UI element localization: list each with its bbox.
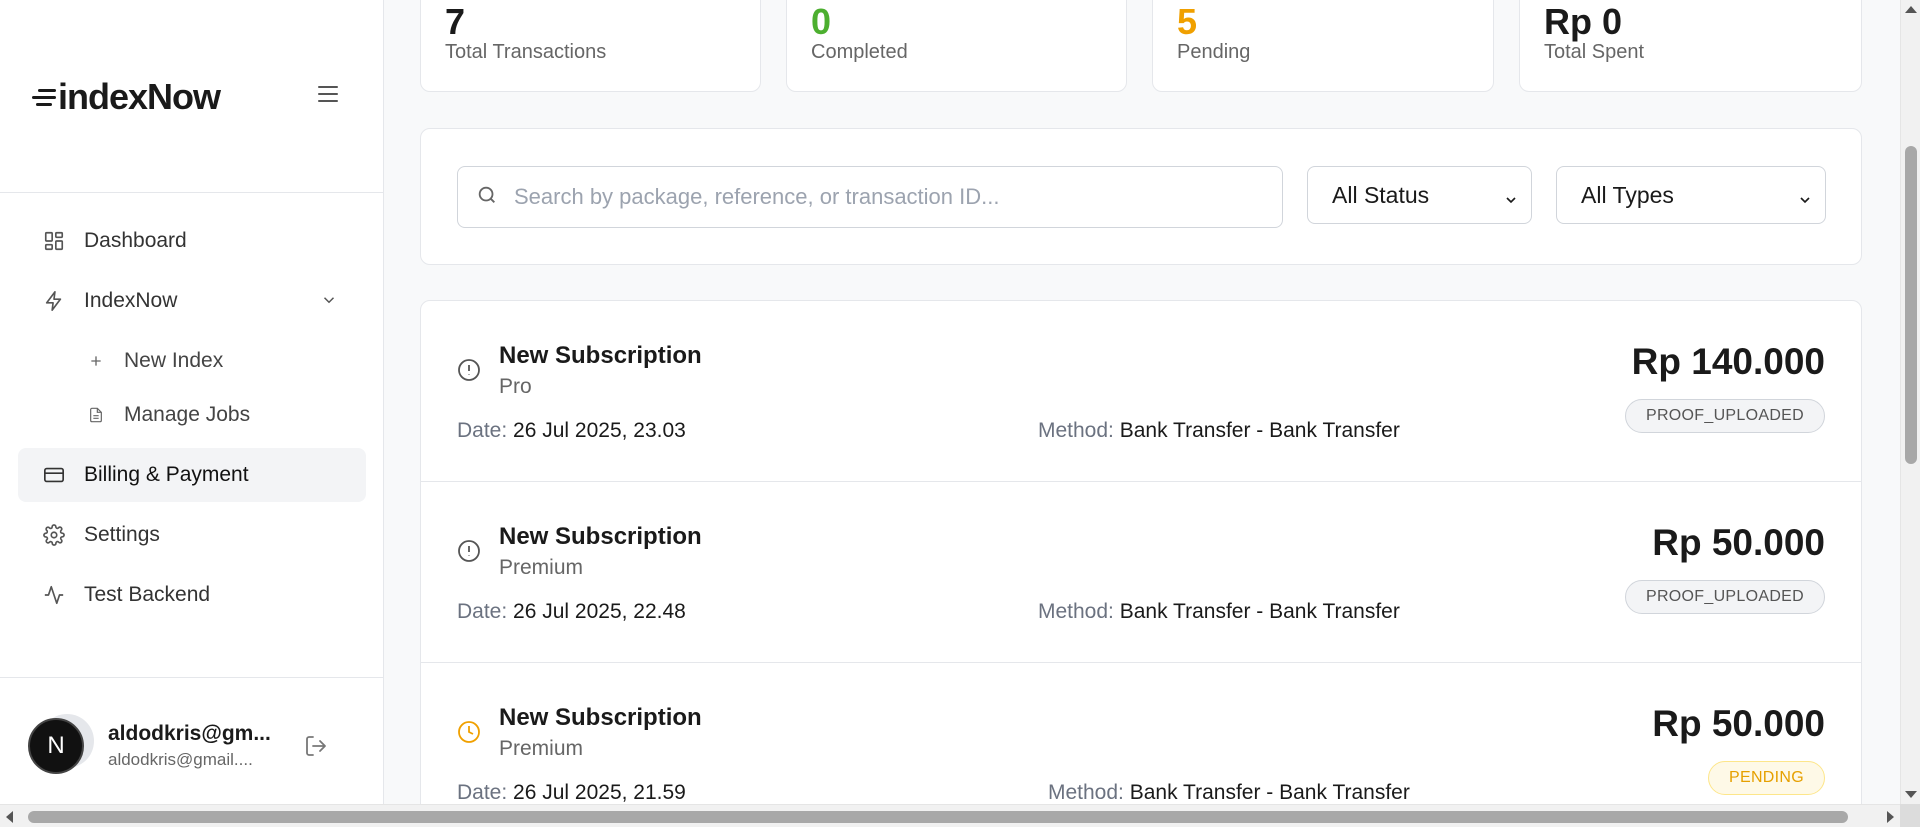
sidebar-item-indexnow[interactable]: IndexNow — [18, 274, 366, 328]
scroll-down-arrow-icon[interactable] — [1905, 791, 1917, 798]
stat-label: Total Spent — [1544, 41, 1645, 63]
sidebar-item-label: Billing & Payment — [84, 463, 249, 486]
logo-mark-icon — [32, 88, 56, 106]
scrollbar-corner — [1900, 804, 1920, 827]
transaction-row[interactable]: New Subscription Premium Date: 26 Jul 20… — [421, 482, 1861, 663]
stat-card-pending: 5 Pending — [1152, 0, 1494, 92]
avatar: N — [28, 714, 94, 776]
sidebar-item-settings[interactable]: Settings — [18, 508, 366, 562]
sidebar: indexNow Dashboard IndexNow New Index Ma… — [0, 0, 384, 804]
transaction-method: Method: Bank Transfer - Bank Transfer — [1038, 600, 1400, 623]
sidebar-item-new-index[interactable]: New Index — [18, 334, 366, 388]
filter-bar: All Status All Types — [420, 128, 1862, 265]
dashboard-grid-icon — [42, 229, 66, 253]
stat-value: 0 — [811, 1, 832, 42]
stat-label: Completed — [811, 41, 908, 63]
transaction-row[interactable]: New Subscription Pro Date: 26 Jul 2025, … — [421, 301, 1861, 482]
hamburger-menu-icon[interactable] — [318, 86, 338, 102]
sidebar-item-label: Dashboard — [84, 229, 187, 252]
chevron-down-icon[interactable] — [320, 291, 338, 314]
user-email: aldodkris@gmail.... — [108, 750, 253, 769]
transaction-plan: Premium — [499, 737, 584, 760]
sidebar-item-label: IndexNow — [84, 289, 178, 312]
transaction-amount: Rp 140.000 — [1631, 341, 1825, 382]
sidebar-nav: Dashboard IndexNow New Index Manage Jobs… — [18, 214, 366, 628]
chevron-down-icon — [1797, 187, 1813, 214]
stat-card-total-spent: Rp 0 Total Spent — [1519, 0, 1862, 92]
clock-icon — [457, 720, 481, 749]
transaction-plan: Pro — [499, 375, 532, 398]
plus-icon — [86, 351, 106, 371]
stat-card-total-transactions: 7 Total Transactions — [420, 0, 761, 92]
search-input[interactable] — [514, 184, 1254, 210]
sidebar-item-dashboard[interactable]: Dashboard — [18, 214, 366, 268]
search-icon — [476, 184, 498, 211]
sidebar-item-test-backend[interactable]: Test Backend — [18, 568, 366, 622]
transaction-date: Date: 26 Jul 2025, 23.03 — [457, 419, 686, 442]
user-name: aldodkris@gm... — [108, 722, 271, 745]
lightning-icon — [42, 289, 66, 313]
transaction-list: New Subscription Pro Date: 26 Jul 2025, … — [420, 300, 1862, 804]
sidebar-item-label: Settings — [84, 523, 160, 546]
status-filter-value: All Status — [1332, 181, 1430, 208]
sidebar-item-billing[interactable]: Billing & Payment — [18, 448, 366, 502]
vertical-scrollbar[interactable] — [1900, 0, 1920, 804]
alert-circle-icon — [457, 539, 481, 568]
gear-icon — [42, 523, 66, 547]
sidebar-divider — [0, 192, 384, 193]
scroll-up-arrow-icon[interactable] — [1905, 6, 1917, 13]
logo[interactable]: indexNow — [32, 76, 221, 118]
status-badge: PROOF_UPLOADED — [1624, 399, 1825, 433]
transaction-title: New Subscription — [499, 704, 702, 731]
type-filter-value: All Types — [1581, 181, 1674, 208]
transaction-amount: Rp 50.000 — [1652, 522, 1825, 563]
type-filter-select[interactable]: All Types — [1556, 166, 1826, 224]
status-filter-select[interactable]: All Status — [1307, 166, 1532, 224]
user-profile[interactable]: N aldodkris@gm... aldodkris@gmail.... — [28, 714, 368, 776]
credit-card-icon — [42, 463, 66, 487]
sidebar-item-label: Test Backend — [84, 583, 211, 606]
stat-label: Total Transactions — [445, 41, 607, 63]
activity-icon — [42, 583, 66, 607]
status-badge: PENDING — [1708, 761, 1825, 795]
sidebar-divider — [0, 677, 384, 678]
sidebar-item-manage-jobs[interactable]: Manage Jobs — [18, 388, 366, 442]
main-content: 7 Total Transactions 0 Completed 5 Pendi… — [385, 0, 1900, 804]
transaction-title: New Subscription — [499, 342, 702, 369]
logo-text: indexNow — [58, 76, 221, 117]
status-badge: PROOF_UPLOADED — [1624, 580, 1825, 614]
document-icon — [86, 405, 106, 425]
horizontal-scroll-thumb[interactable] — [28, 811, 1848, 823]
transaction-method: Method: Bank Transfer - Bank Transfer — [1038, 419, 1400, 442]
scroll-right-arrow-icon[interactable] — [1887, 811, 1894, 823]
transaction-row[interactable]: New Subscription Premium Date: 26 Jul 20… — [421, 663, 1861, 804]
stat-value: 7 — [445, 1, 466, 42]
logout-icon[interactable] — [304, 734, 328, 763]
sidebar-item-label: New Index — [124, 349, 224, 372]
transaction-date: Date: 26 Jul 2025, 22.48 — [457, 600, 686, 623]
transaction-title: New Subscription — [499, 523, 702, 550]
stat-label: Pending — [1177, 41, 1251, 63]
stat-value: Rp 0 — [1544, 1, 1623, 42]
stat-value: 5 — [1177, 1, 1198, 42]
app-window: indexNow Dashboard IndexNow New Index Ma… — [0, 0, 1920, 827]
sidebar-item-label: Manage Jobs — [124, 403, 251, 426]
transaction-plan: Premium — [499, 556, 584, 579]
scroll-left-arrow-icon[interactable] — [6, 811, 13, 823]
transaction-method: Method: Bank Transfer - Bank Transfer — [1048, 781, 1410, 804]
search-field[interactable] — [457, 166, 1283, 228]
alert-circle-icon — [457, 358, 481, 387]
horizontal-scrollbar[interactable] — [0, 804, 1900, 827]
avatar-initial: N — [28, 718, 84, 774]
stat-card-completed: 0 Completed — [786, 0, 1127, 92]
transaction-amount: Rp 50.000 — [1652, 703, 1825, 744]
chevron-down-icon — [1503, 187, 1519, 214]
transaction-date: Date: 26 Jul 2025, 21.59 — [457, 781, 686, 804]
vertical-scroll-thumb[interactable] — [1905, 146, 1917, 464]
